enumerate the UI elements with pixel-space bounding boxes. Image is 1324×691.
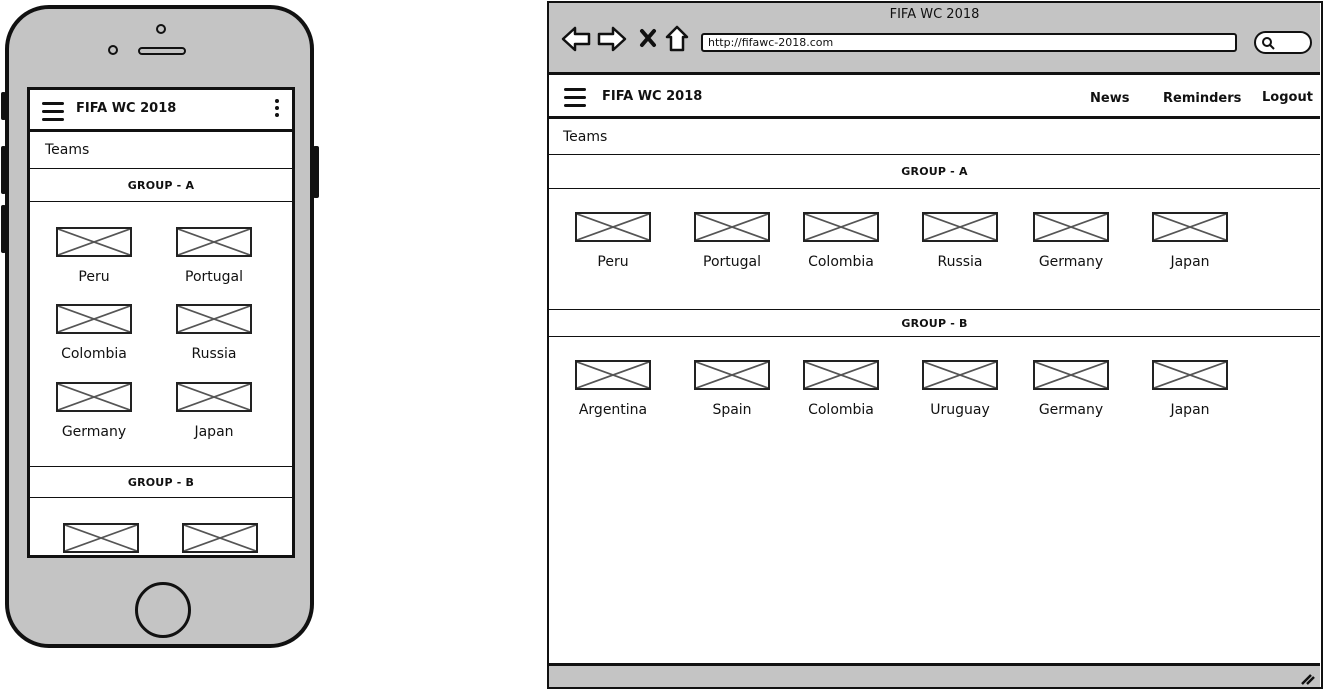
team-flag-image[interactable] (182, 523, 258, 553)
team-flag-image[interactable] (1152, 360, 1228, 390)
mobile-group-b-header: GROUP - B (30, 466, 292, 498)
image-placeholder-icon (184, 525, 256, 551)
team-name[interactable]: Japan (164, 424, 264, 440)
image-placeholder-icon (1035, 214, 1107, 240)
group-a-label: GROUP - A (901, 165, 968, 178)
team-name[interactable]: Spain (682, 402, 782, 418)
image-placeholder-icon (577, 214, 649, 240)
mobile-app-title: FIFA WC 2018 (76, 101, 177, 116)
phone-volume-up-button (1, 146, 6, 194)
browser-toolbar: FIFA WC 2018 http://fifawc-2018.com (549, 3, 1320, 75)
search-icon (1262, 37, 1275, 50)
camera-icon (108, 45, 118, 55)
menu-icon[interactable] (42, 102, 64, 126)
phone-volume-down-button (1, 205, 6, 253)
more-vertical-icon[interactable] (275, 99, 279, 120)
team-flag-image[interactable] (922, 212, 998, 242)
app-title: FIFA WC 2018 (602, 89, 703, 104)
image-placeholder-icon (58, 384, 130, 410)
team-flag-image[interactable] (803, 212, 879, 242)
mobile-group-a-header: GROUP - A (30, 168, 292, 202)
mobile-group-a-label: GROUP - A (127, 178, 195, 192)
team-name[interactable]: Russia (164, 346, 264, 362)
image-placeholder-icon (178, 229, 250, 255)
image-placeholder-icon (58, 229, 130, 255)
phone-power-button (313, 146, 319, 198)
team-name[interactable]: Russia (910, 254, 1010, 270)
team-flag-image[interactable] (56, 304, 132, 334)
nav-reminders-link[interactable]: Reminders (1163, 91, 1241, 106)
image-placeholder-icon (1154, 214, 1226, 240)
image-placeholder-icon (924, 362, 996, 388)
browser-status-bar (549, 663, 1320, 687)
home-icon[interactable] (665, 25, 689, 53)
search-field[interactable] (1254, 31, 1312, 54)
image-placeholder-icon (65, 525, 137, 551)
team-flag-image[interactable] (575, 360, 651, 390)
image-placeholder-icon (805, 214, 877, 240)
sensor-icon (156, 24, 166, 34)
team-flag-image[interactable] (1152, 212, 1228, 242)
image-placeholder-icon (805, 362, 877, 388)
team-flag-image[interactable] (922, 360, 998, 390)
team-flag-image[interactable] (176, 227, 252, 257)
team-flag-image[interactable] (694, 212, 770, 242)
mobile-section-title: Teams (45, 142, 90, 158)
team-flag-image[interactable] (1033, 360, 1109, 390)
image-placeholder-icon (924, 214, 996, 240)
group-b-header: GROUP - B (549, 309, 1320, 337)
team-name[interactable]: Peru (44, 269, 144, 285)
team-name[interactable]: Argentina (563, 402, 663, 418)
resize-grip-icon[interactable] (1299, 671, 1315, 685)
image-placeholder-icon (696, 214, 768, 240)
team-flag-image[interactable] (63, 523, 139, 553)
menu-icon[interactable] (564, 88, 586, 112)
team-name[interactable]: Uruguay (910, 402, 1010, 418)
stop-icon[interactable] (639, 28, 657, 48)
image-placeholder-icon (577, 362, 649, 388)
forward-arrow-icon[interactable] (597, 25, 627, 53)
url-input[interactable]: http://fifawc-2018.com (701, 33, 1237, 52)
back-arrow-icon[interactable] (561, 25, 591, 53)
image-placeholder-icon (696, 362, 768, 388)
home-button[interactable] (135, 582, 191, 638)
team-name[interactable]: Germany (1021, 402, 1121, 418)
team-name[interactable]: Portugal (682, 254, 782, 270)
mobile-group-b-label: GROUP - B (127, 475, 195, 489)
team-flag-image[interactable] (803, 360, 879, 390)
image-placeholder-icon (1035, 362, 1107, 388)
phone-side-button (1, 92, 6, 120)
image-placeholder-icon (58, 306, 130, 332)
team-flag-image[interactable] (56, 227, 132, 257)
team-flag-image[interactable] (575, 212, 651, 242)
speaker-icon (138, 47, 186, 55)
team-flag-image[interactable] (176, 382, 252, 412)
section-title: Teams (563, 129, 608, 145)
team-name[interactable]: Colombia (44, 346, 144, 362)
nav-news-link[interactable]: News (1090, 91, 1129, 106)
team-name[interactable]: Japan (1140, 254, 1240, 270)
mobile-app-bar: FIFA WC 2018 (30, 90, 292, 132)
browser-window-title: FIFA WC 2018 (889, 7, 980, 22)
group-a-header: GROUP - A (549, 154, 1320, 189)
team-name[interactable]: Portugal (164, 269, 264, 285)
image-placeholder-icon (1154, 362, 1226, 388)
browser-window: FIFA WC 2018 http://fifawc-2018.com FIFA… (547, 1, 1323, 689)
team-name[interactable]: Germany (44, 424, 144, 440)
header-divider (549, 116, 1320, 119)
nav-logout-link[interactable]: Logout (1262, 90, 1313, 105)
team-name[interactable]: Germany (1021, 254, 1121, 270)
team-flag-image[interactable] (694, 360, 770, 390)
team-flag-image[interactable] (1033, 212, 1109, 242)
team-name[interactable]: Japan (1140, 402, 1240, 418)
team-name[interactable]: Colombia (791, 254, 891, 270)
team-flag-image[interactable] (176, 304, 252, 334)
team-flag-image[interactable] (56, 382, 132, 412)
phone-screen: FIFA WC 2018 Teams GROUP - A Peru Portug… (27, 87, 295, 558)
image-placeholder-icon (178, 384, 250, 410)
team-name[interactable]: Peru (563, 254, 663, 270)
team-name[interactable]: Colombia (791, 402, 891, 418)
group-b-label: GROUP - B (901, 316, 968, 330)
image-placeholder-icon (178, 306, 250, 332)
